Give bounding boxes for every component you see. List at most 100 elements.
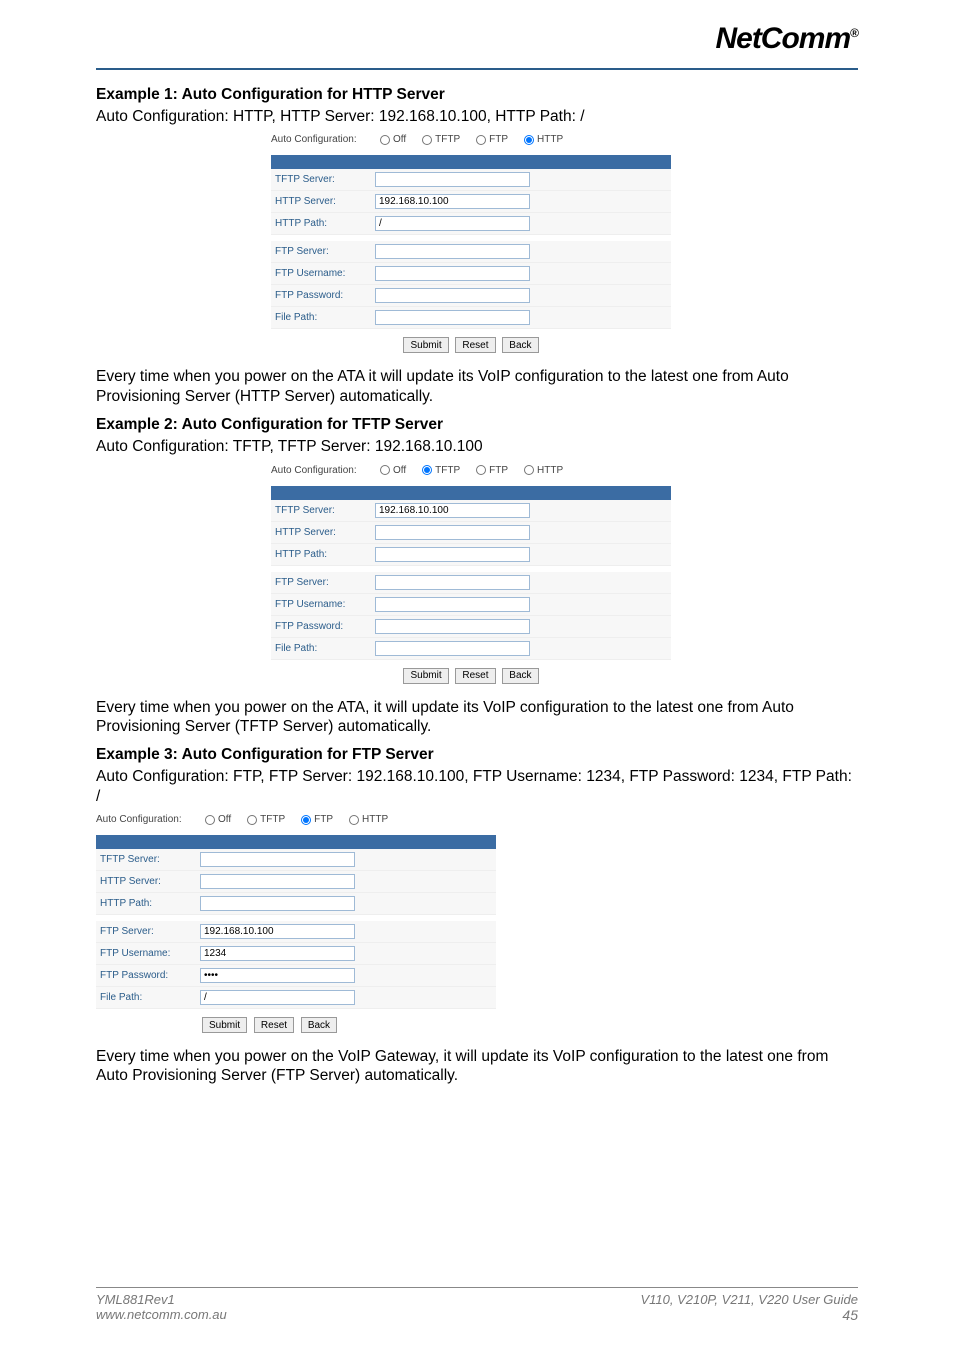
radio-off[interactable]: Off: [380, 134, 406, 145]
http-server-input[interactable]: [375, 525, 530, 540]
field-label: HTTP Server:: [100, 876, 200, 887]
field-label: FTP Password:: [100, 970, 200, 981]
example1-subtitle: Auto Configuration: HTTP, HTTP Server: 1…: [96, 107, 858, 126]
example3-table: TFTP Server: HTTP Server: HTTP Path: FTP…: [96, 835, 496, 1009]
back-button[interactable]: Back: [301, 1017, 337, 1033]
tftp-server-input[interactable]: [200, 852, 355, 867]
field-label: FTP Password:: [275, 290, 375, 301]
field-label: TFTP Server:: [275, 174, 375, 185]
example1-body: Every time when you power on the ATA it …: [96, 367, 858, 406]
tftp-server-input[interactable]: [375, 503, 530, 518]
http-server-row: HTTP Server:: [271, 191, 671, 213]
ftp-user-input[interactable]: [200, 946, 355, 961]
ftp-server-row: FTP Server:: [271, 241, 671, 263]
example2-radio-row: Auto Configuration: Off TFTP FTP HTTP: [271, 463, 671, 486]
field-label: File Path:: [275, 643, 375, 654]
field-label: HTTP Server:: [275, 196, 375, 207]
ftp-user-row: FTP Username:: [96, 943, 496, 965]
http-path-input[interactable]: [200, 896, 355, 911]
submit-button[interactable]: Submit: [202, 1017, 247, 1033]
submit-button[interactable]: Submit: [403, 668, 448, 684]
example3-radio-row: Auto Configuration: Off TFTP FTP HTTP: [96, 812, 496, 835]
http-path-row: HTTP Path:: [96, 893, 496, 915]
radio-ftp[interactable]: FTP: [301, 814, 333, 825]
example2-body: Every time when you power on the ATA, it…: [96, 698, 858, 737]
example2-table: TFTP Server: HTTP Server: HTTP Path: FTP…: [271, 486, 671, 660]
radio-label: Auto Configuration:: [271, 465, 374, 476]
ftp-server-row: FTP Server:: [271, 572, 671, 594]
radio-label: Auto Configuration:: [96, 814, 199, 825]
file-path-row: File Path:: [271, 307, 671, 329]
radio-http[interactable]: HTTP: [524, 134, 563, 145]
ftp-server-input[interactable]: [375, 244, 530, 259]
example1-panel: Auto Configuration: Off TFTP FTP HTTP TF…: [271, 132, 671, 357]
example2-subtitle: Auto Configuration: TFTP, TFTP Server: 1…: [96, 437, 858, 456]
radio-off[interactable]: Off: [205, 814, 231, 825]
radio-ftp[interactable]: FTP: [476, 465, 508, 476]
file-path-input[interactable]: [375, 641, 530, 656]
example1-buttons: Submit Reset Back: [271, 329, 671, 357]
example1-table: TFTP Server: HTTP Server: HTTP Path: FTP…: [271, 155, 671, 329]
page-content: Example 1: Auto Configuration for HTTP S…: [96, 86, 858, 1092]
field-label: File Path:: [100, 992, 200, 1003]
ftp-server-input[interactable]: [200, 924, 355, 939]
brand-mark: ®: [850, 26, 858, 40]
field-label: FTP Server:: [275, 577, 375, 588]
field-label: HTTP Path:: [275, 549, 375, 560]
ftp-user-input[interactable]: [375, 597, 530, 612]
http-server-input[interactable]: [200, 874, 355, 889]
http-path-row: HTTP Path:: [271, 213, 671, 235]
example2-buttons: Submit Reset Back: [271, 660, 671, 688]
file-path-input[interactable]: [375, 310, 530, 325]
brand-text: NetComm: [715, 22, 850, 55]
ftp-server-input[interactable]: [375, 575, 530, 590]
example1-radio-row: Auto Configuration: Off TFTP FTP HTTP: [271, 132, 671, 155]
field-label: FTP Server:: [275, 246, 375, 257]
tftp-server-row: TFTP Server:: [271, 169, 671, 191]
example3-subtitle: Auto Configuration: FTP, FTP Server: 192…: [96, 767, 858, 806]
footer-page: 45: [640, 1307, 858, 1324]
reset-button[interactable]: Reset: [254, 1017, 294, 1033]
radio-http[interactable]: HTTP: [349, 814, 388, 825]
radio-label: Auto Configuration:: [271, 134, 374, 145]
submit-button[interactable]: Submit: [403, 337, 448, 353]
field-label: FTP Username:: [275, 268, 375, 279]
tftp-server-row: TFTP Server:: [96, 849, 496, 871]
reset-button[interactable]: Reset: [455, 668, 495, 684]
radio-tftp[interactable]: TFTP: [247, 814, 285, 825]
file-path-input[interactable]: [200, 990, 355, 1005]
table-header-bar: [96, 835, 496, 849]
file-path-row: File Path:: [96, 987, 496, 1009]
footer-right: V110, V210P, V211, V220 User Guide 45: [640, 1292, 858, 1324]
ftp-pass-input[interactable]: [375, 619, 530, 634]
field-label: TFTP Server:: [100, 854, 200, 865]
radio-tftp[interactable]: TFTP: [422, 465, 460, 476]
reset-button[interactable]: Reset: [455, 337, 495, 353]
example1-heading: Example 1: Auto Configuration for HTTP S…: [96, 86, 858, 104]
http-path-input[interactable]: [375, 547, 530, 562]
tftp-server-input[interactable]: [375, 172, 530, 187]
radio-http[interactable]: HTTP: [524, 465, 563, 476]
example2-panel: Auto Configuration: Off TFTP FTP HTTP TF…: [271, 463, 671, 688]
ftp-pass-row: FTP Password:: [271, 616, 671, 638]
brand-logo: NetComm®: [715, 22, 858, 56]
ftp-pass-input[interactable]: [375, 288, 530, 303]
example2-heading: Example 2: Auto Configuration for TFTP S…: [96, 416, 858, 434]
ftp-user-input[interactable]: [375, 266, 530, 281]
tftp-server-row: TFTP Server:: [271, 500, 671, 522]
table-header-bar: [271, 486, 671, 500]
radio-ftp[interactable]: FTP: [476, 134, 508, 145]
back-button[interactable]: Back: [502, 668, 538, 684]
ftp-pass-input[interactable]: [200, 968, 355, 983]
http-path-input[interactable]: [375, 216, 530, 231]
field-label: FTP Username:: [100, 948, 200, 959]
ftp-pass-row: FTP Password:: [96, 965, 496, 987]
radio-tftp[interactable]: TFTP: [422, 134, 460, 145]
field-label: FTP Server:: [100, 926, 200, 937]
radio-off[interactable]: Off: [380, 465, 406, 476]
ftp-server-row: FTP Server:: [96, 921, 496, 943]
table-header-bar: [271, 155, 671, 169]
header-rule: [96, 68, 858, 70]
back-button[interactable]: Back: [502, 337, 538, 353]
http-server-input[interactable]: [375, 194, 530, 209]
